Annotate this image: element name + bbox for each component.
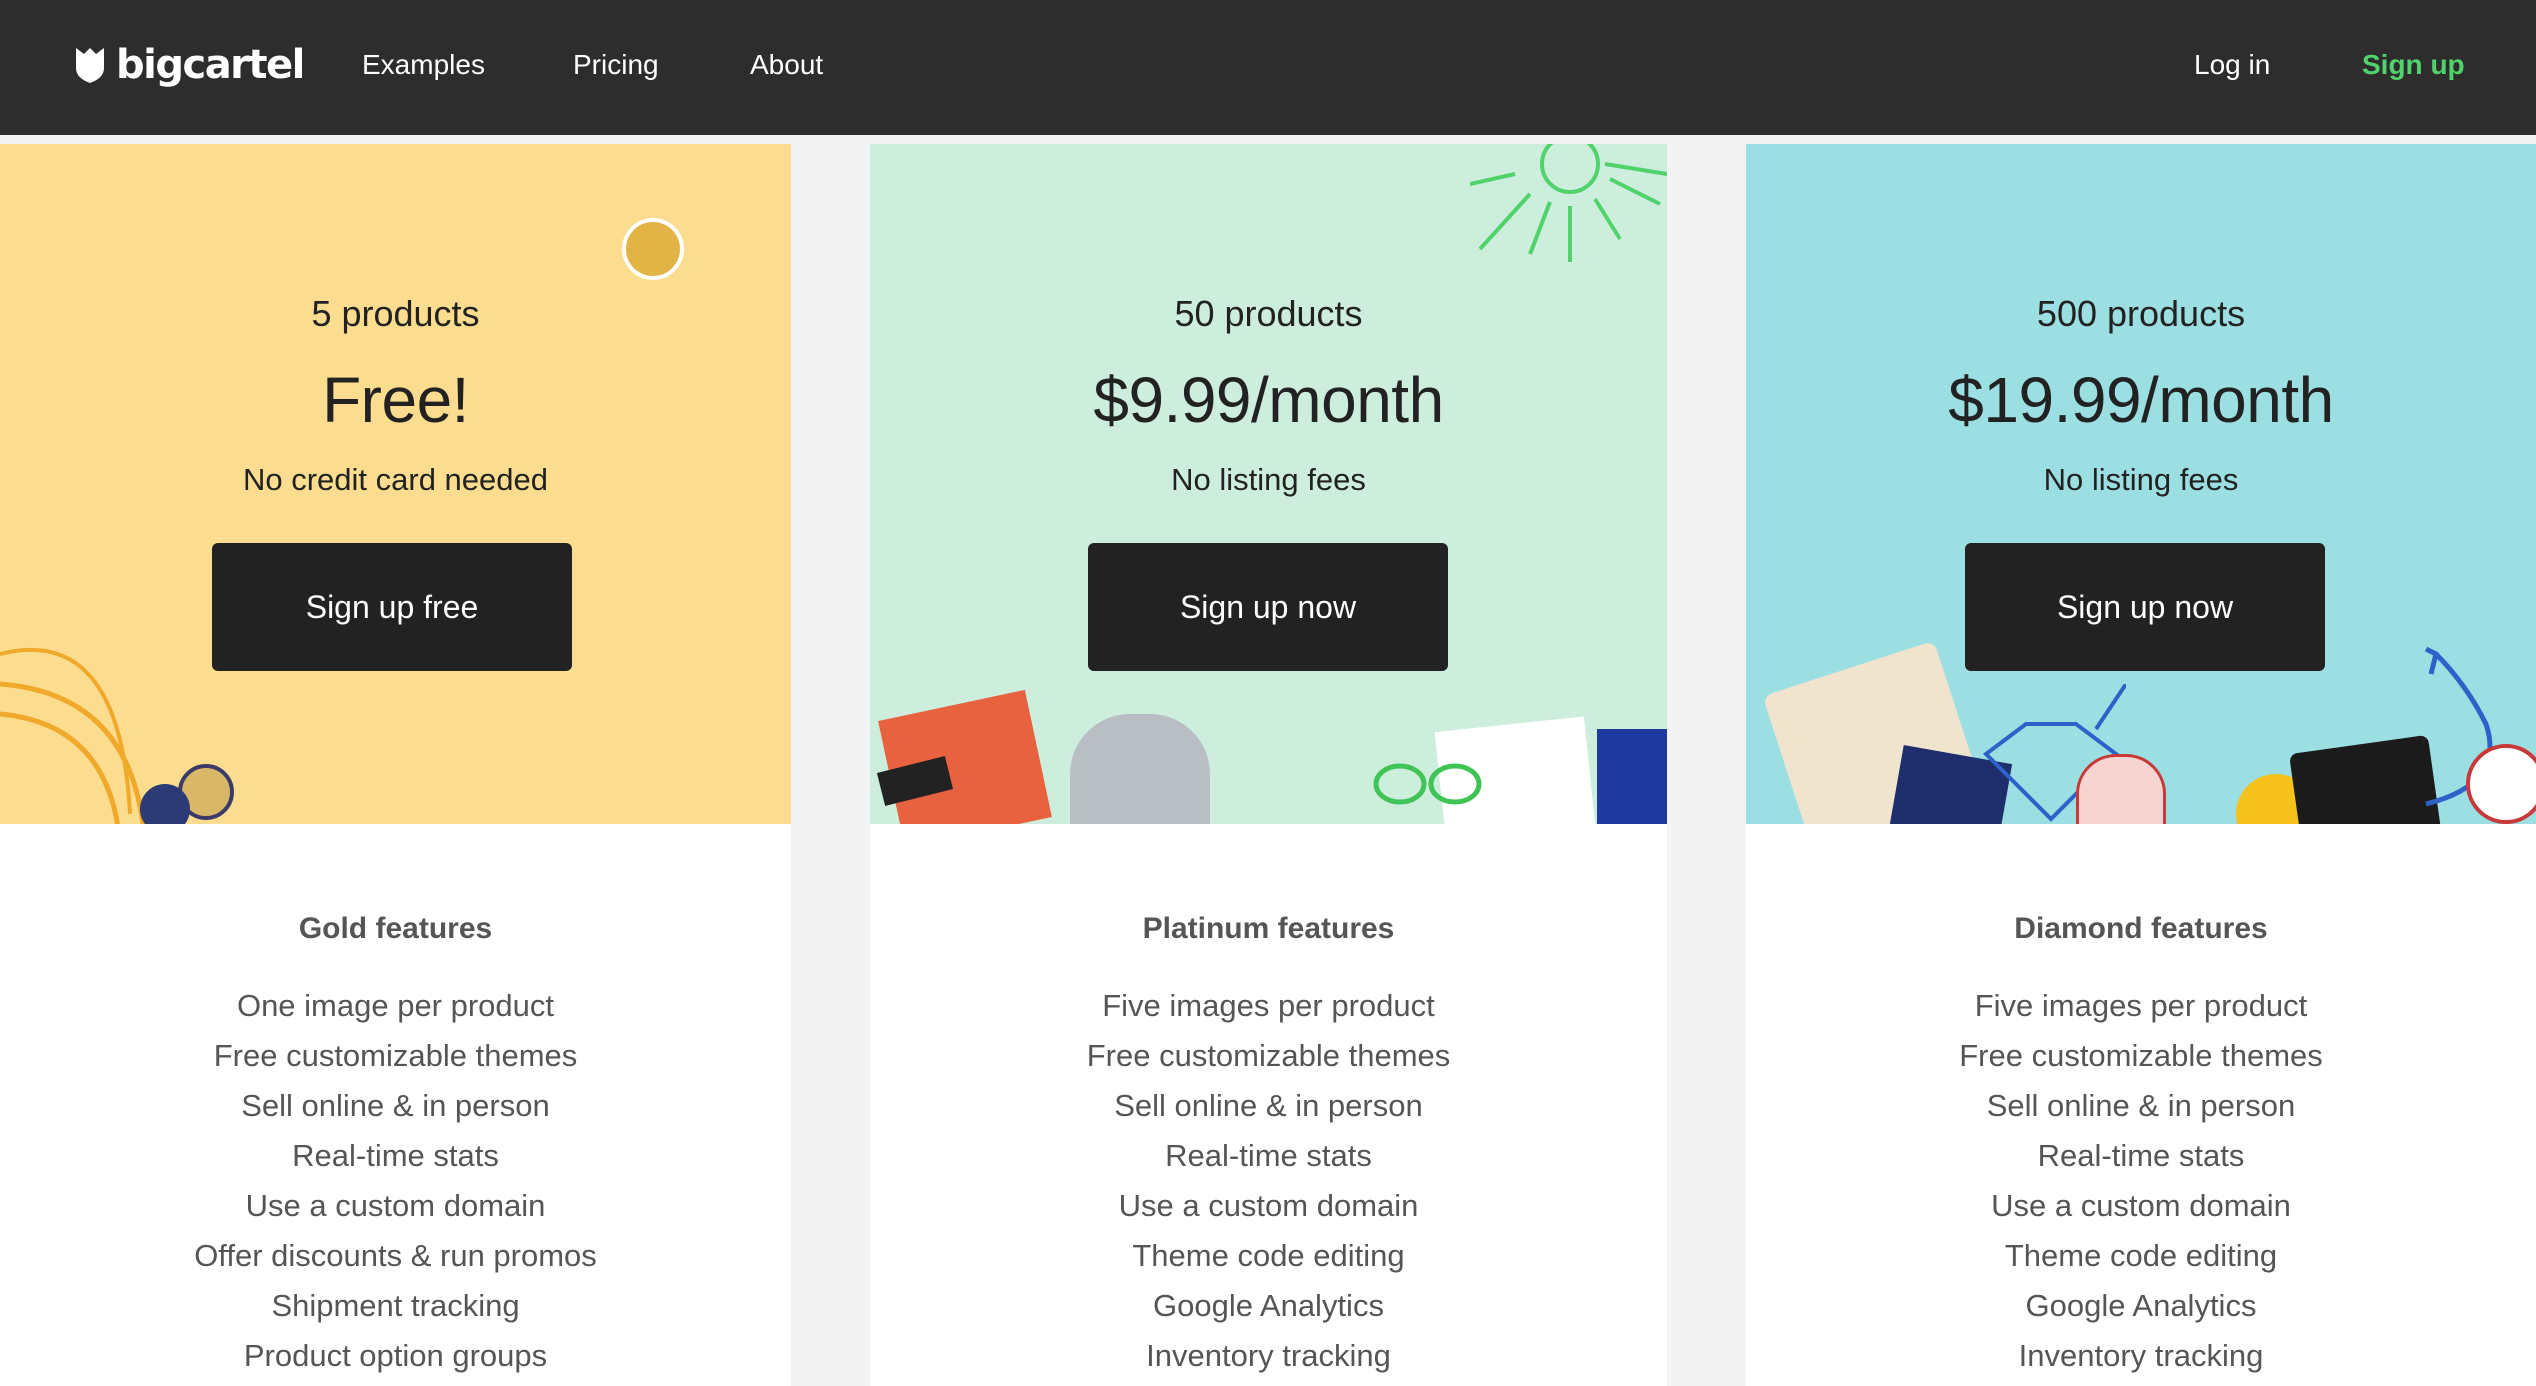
plan-card-diamond: 500 products $19.99/month No listing fee… [1746, 144, 2536, 1386]
logo-text: bigcartel [116, 42, 305, 88]
features-list: Five images per product Free customizabl… [1746, 981, 2536, 1381]
plan-hero-platinum: 50 products $9.99/month No listing fees … [870, 144, 1667, 824]
feature-item: Use a custom domain [1118, 1188, 1419, 1223]
feature-item: Five images per product [1102, 988, 1435, 1023]
plan-note: No credit card needed [242, 462, 549, 497]
feature-item: Sell online & in person [1986, 1088, 2296, 1123]
feature-item: Theme code editing [2004, 1238, 2278, 1273]
features-title: Gold features [298, 912, 493, 945]
feature-item: Use a custom domain [245, 1188, 546, 1223]
nav-link-about[interactable]: About [750, 47, 823, 83]
plan-price: Free! [322, 364, 469, 436]
plan-hero-gold: 5 products Free! No credit card needed S… [0, 144, 791, 824]
features-section-diamond: Diamond features Five images per product… [1746, 909, 2536, 1381]
sticker-card-icon [878, 689, 1052, 824]
feature-item: Real-time stats [292, 1138, 499, 1173]
plan-price: $19.99/month [1948, 364, 2334, 436]
feature-item: Free customizable themes [213, 1038, 578, 1073]
feature-item: Google Analytics [1153, 1288, 1384, 1323]
plan-card-platinum: 50 products $9.99/month No listing fees … [870, 144, 1667, 1386]
feature-item: Product option groups [243, 1338, 548, 1373]
features-section-gold: Gold features One image per product Free… [0, 909, 791, 1381]
feature-item: Free customizable themes [1959, 1038, 2323, 1073]
feature-item: Shipment tracking [271, 1288, 520, 1323]
feature-item: Use a custom domain [1991, 1188, 2291, 1223]
union-patch-icon [2076, 754, 2166, 824]
product-count: 5 products [311, 293, 480, 334]
feature-item: Free customizable themes [1086, 1038, 1451, 1073]
features-section-platinum: Platinum features Five images per produc… [870, 909, 1667, 1381]
sun-doodle-icon [1470, 144, 1667, 262]
login-link[interactable]: Log in [2194, 47, 2270, 83]
beanie-icon [1070, 714, 1210, 824]
badge-pin-icon [622, 218, 684, 280]
features-list: One image per product Free customizable … [0, 981, 791, 1381]
signup-free-button[interactable]: Sign up free [212, 543, 572, 671]
plan-note: No listing fees [2043, 462, 2239, 497]
plan-card-gold: 5 products Free! No credit card needed S… [0, 144, 791, 1386]
feature-item: Inventory tracking [2018, 1338, 2264, 1373]
plan-note: No listing fees [1171, 462, 1366, 497]
signup-now-button[interactable]: Sign up now [1088, 543, 1448, 671]
feature-item: Offer discounts & run promos [194, 1238, 597, 1273]
bigcartel-logo[interactable]: bigcartel [74, 40, 305, 90]
features-list: Five images per product Free customizabl… [870, 981, 1667, 1381]
product-count: 500 products [2036, 293, 2246, 334]
sock-icon [1597, 729, 1667, 824]
features-title: Diamond features [2014, 912, 2268, 945]
plan-hero-diamond: 500 products $19.99/month No listing fee… [1746, 144, 2536, 824]
feature-item: Google Analytics [2025, 1288, 2257, 1323]
product-count: 50 products [1174, 293, 1363, 334]
feature-item: Sell online & in person [241, 1088, 550, 1123]
signup-link[interactable]: Sign up [2362, 47, 2465, 83]
feature-item: Real-time stats [2037, 1138, 2245, 1173]
feature-item: Sell online & in person [1114, 1088, 1423, 1123]
feature-item: Theme code editing [1132, 1238, 1405, 1273]
feature-item: Five images per product [1974, 988, 2308, 1023]
feature-item: Inventory tracking [1146, 1338, 1391, 1373]
bigcartel-shield-icon [76, 48, 104, 83]
plan-price: $9.99/month [1093, 364, 1444, 436]
nav-link-pricing[interactable]: Pricing [573, 47, 659, 83]
badge-pin-icon [2466, 744, 2536, 824]
features-title: Platinum features [1142, 912, 1395, 945]
feature-item: Real-time stats [1165, 1138, 1372, 1173]
signup-now-button[interactable]: Sign up now [1965, 543, 2325, 671]
top-nav: bigcartel Examples Pricing About Log in … [0, 0, 2536, 135]
nav-link-examples[interactable]: Examples [362, 47, 485, 83]
feature-item: One image per product [236, 988, 555, 1023]
glasses-doodle-icon [1373, 763, 1482, 805]
